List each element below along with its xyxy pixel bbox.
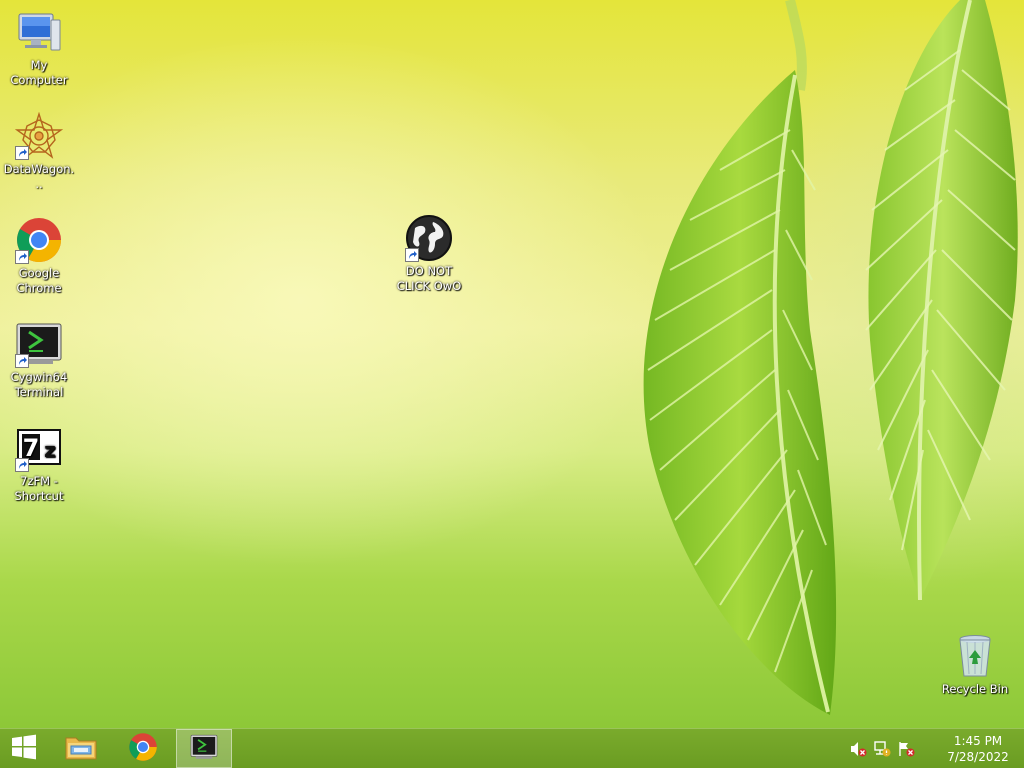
wallpaper-leaves [643, 0, 1018, 715]
terminal-icon [189, 734, 219, 764]
desktop-icon-my-computer[interactable]: My Computer [0, 8, 78, 88]
shortcut-arrow-icon [15, 458, 29, 472]
desktop-icon-label: Google Chrome [16, 266, 62, 295]
desktop-icon-label: Recycle Bin [941, 682, 1009, 696]
datawagon-icon [14, 111, 64, 160]
system-tray: 1:45 PM 7/28/2022 [846, 729, 1024, 768]
taskbar-chrome-button[interactable] [118, 729, 168, 768]
desktop-icon-label: 7zFM - Shortcut [14, 474, 64, 503]
taskbar: 1:45 PM 7/28/2022 [0, 728, 1024, 768]
desktop[interactable]: My Computer DataWagon... Google Chrome C… [0, 0, 1024, 728]
desktop-icon-label: Cygwin64 Terminal [10, 370, 68, 399]
taskbar-file-explorer-button[interactable] [56, 729, 106, 768]
folder-icon [64, 732, 98, 766]
chrome-icon [15, 216, 63, 264]
globe-icon [405, 214, 453, 262]
taskbar-clock[interactable]: 1:45 PM 7/28/2022 [932, 733, 1024, 765]
desktop-icon-label: My Computer [10, 58, 68, 87]
desktop-icon-label: DataWagon... [3, 162, 75, 191]
action-center-flag-icon[interactable] [897, 740, 915, 758]
shortcut-arrow-icon [15, 146, 29, 160]
desktop-icon-do-not-click[interactable]: DO NOT CLICK OwO [390, 214, 468, 294]
shortcut-arrow-icon [405, 248, 419, 262]
desktop-icon-datawagon[interactable]: DataWagon... [0, 111, 78, 192]
computer-icon [15, 8, 63, 56]
clock-time: 1:45 PM [953, 733, 1003, 748]
start-button[interactable] [0, 729, 48, 768]
terminal-icon [15, 320, 63, 368]
volume-muted-icon[interactable] [849, 740, 867, 758]
desktop-icon-7zfm-shortcut[interactable]: 7 z 7zFM - Shortcut [0, 424, 78, 504]
svg-text:z: z [44, 438, 56, 462]
desktop-icon-recycle-bin[interactable]: Recycle Bin [936, 632, 1014, 697]
network-icon[interactable] [873, 740, 891, 758]
desktop-icon-cygwin64-terminal[interactable]: Cygwin64 Terminal [0, 320, 78, 400]
desktop-icon-google-chrome[interactable]: Google Chrome [0, 216, 78, 296]
recycle-bin-icon [951, 632, 999, 680]
chrome-icon [128, 732, 158, 766]
7zip-icon: 7 z [15, 424, 63, 472]
shortcut-arrow-icon [15, 354, 29, 368]
shortcut-arrow-icon [15, 250, 29, 264]
taskbar-cygwin-terminal-button[interactable] [176, 729, 232, 768]
windows-logo-icon [11, 734, 37, 764]
clock-date: 7/28/2022 [947, 749, 1009, 764]
desktop-icon-label: DO NOT CLICK OwO [396, 264, 462, 293]
